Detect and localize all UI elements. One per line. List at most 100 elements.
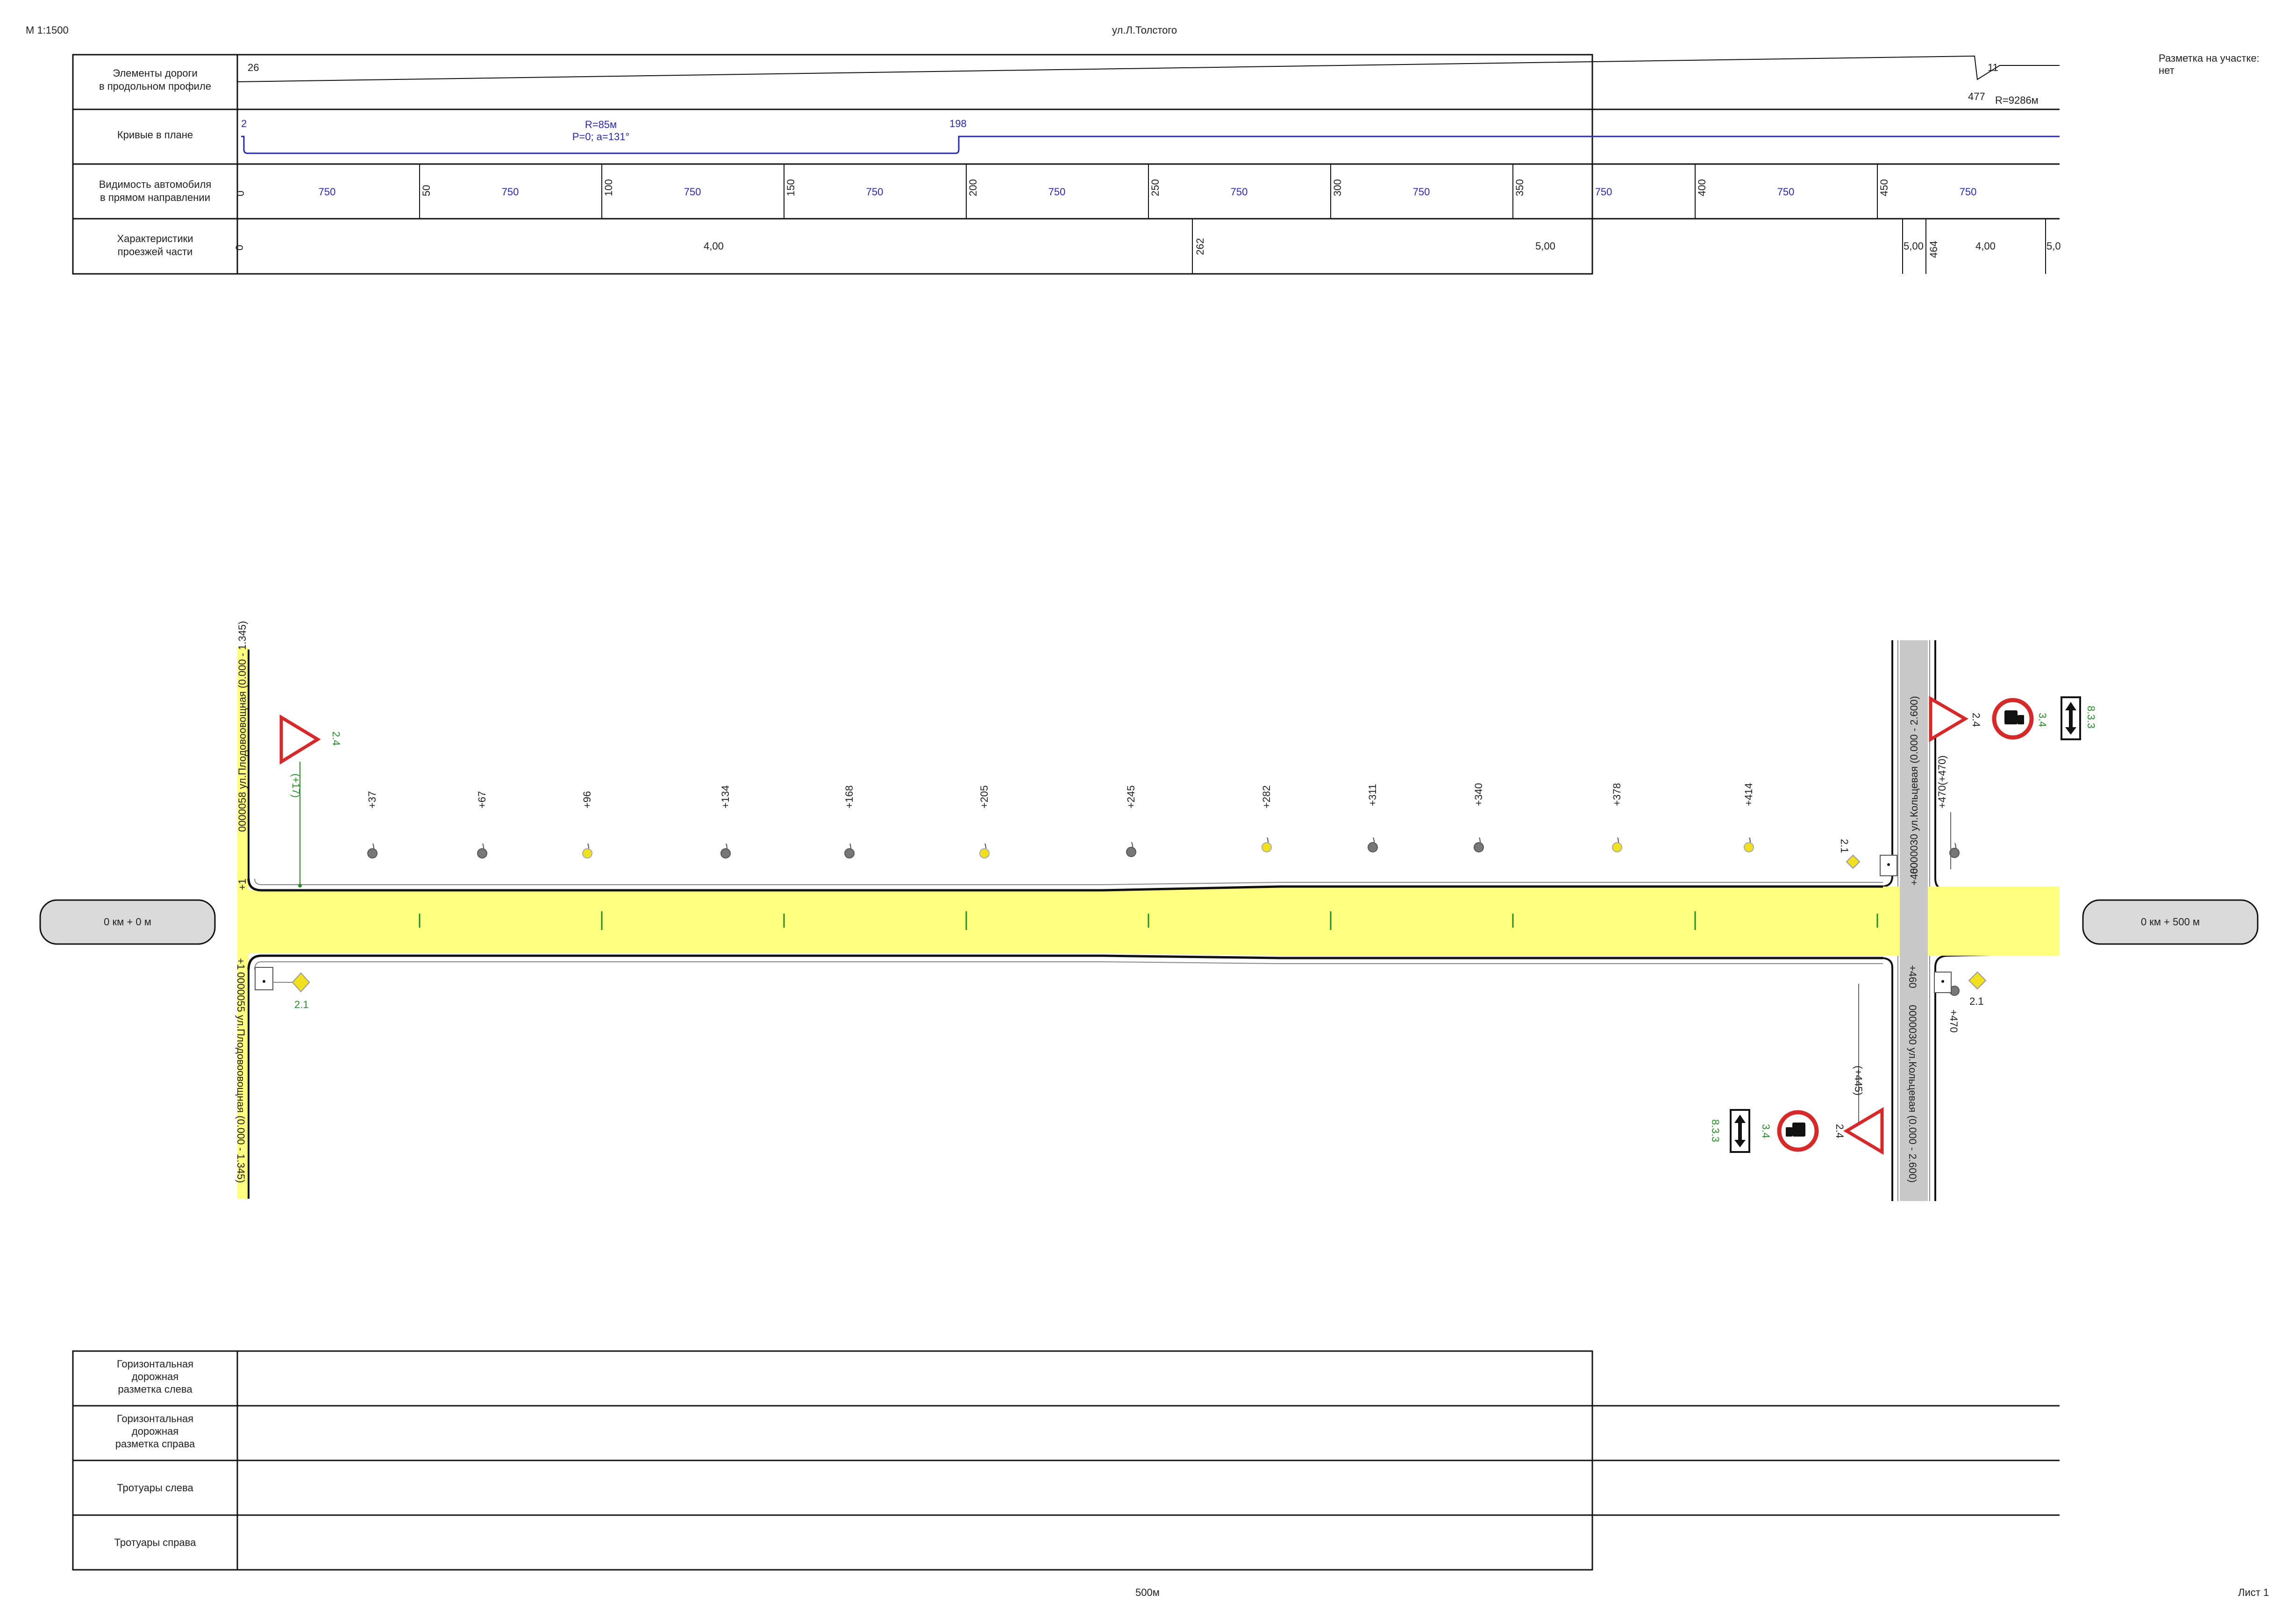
- main-road-sign-right-top: [1846, 854, 1897, 876]
- yield-sign-left: [279, 714, 321, 887]
- road-plan: 0 км + 0 м 0 км + 500 м 0000058 ул.Плодо…: [39, 621, 2259, 1201]
- row-label-carriageway-2: проезжей части: [118, 246, 193, 258]
- vis-station: 250: [1149, 179, 1161, 196]
- vis-value: 750: [866, 186, 884, 198]
- street-light-icon: [720, 848, 731, 859]
- right-bottom-station: +470: [1948, 1009, 1960, 1033]
- vis-station: 200: [967, 179, 979, 196]
- cw-station: 464: [1928, 241, 1939, 258]
- cw-width: 5,00: [1535, 240, 1555, 252]
- vis-value: 750: [1413, 186, 1430, 198]
- row-label-visibility-1: Видимость автомобиля: [99, 179, 212, 190]
- bottom-sign-station: (+445): [1853, 1066, 1864, 1095]
- yield-sign-icon: [279, 714, 321, 765]
- street-light-icon: [582, 848, 592, 859]
- vis-value: 750: [1960, 186, 1977, 198]
- plate-code-bottom: 8.3.3: [1710, 1119, 1721, 1142]
- vis-value: 750: [319, 186, 336, 198]
- plate-code-right-top: 8.3.3: [2085, 706, 2097, 729]
- junction-right-bottom: +460: [1907, 965, 1918, 988]
- main-road-sign-icon: [1846, 854, 1861, 869]
- vis-value: 750: [502, 186, 519, 198]
- vis-value: 750: [684, 186, 701, 198]
- row-label-marking-left-3: разметка слева: [118, 1383, 193, 1395]
- station-start-label: 0 км + 0 м: [104, 916, 151, 928]
- main-road-code-right-top: 2.1: [1839, 839, 1850, 853]
- vis-value: 750: [1595, 186, 1612, 198]
- row-label-sidewalks-left: Тротуары слева: [117, 1482, 193, 1494]
- street-light-icon: [367, 848, 378, 859]
- no-trucks-sign-bottom: [1777, 1110, 1819, 1152]
- light-station: +168: [843, 785, 855, 808]
- street-light-icon: [1474, 842, 1484, 852]
- street-light-icon: [1368, 842, 1378, 852]
- junction-right-top: +460: [1908, 862, 1920, 886]
- light-station: +67: [476, 791, 488, 808]
- vis-station: 400: [1696, 179, 1708, 196]
- yield-code-right-top: 2.4: [1970, 713, 1982, 727]
- street-light-icon: [1612, 842, 1622, 852]
- vis-station: 100: [603, 179, 614, 196]
- no-trucks-sign-right-top: [1992, 698, 2034, 740]
- curve-params: P=0; a=131°: [572, 131, 630, 143]
- no-trucks-code-right-top: 3.4: [2037, 713, 2048, 727]
- light-station: +282: [1261, 785, 1272, 808]
- profile-end-value: 11: [1988, 62, 1998, 73]
- curve-end: 198: [949, 118, 967, 129]
- top-table: Элементы дороги в продольном профиле Кри…: [72, 54, 2061, 275]
- length-label: 500м: [1135, 1587, 1160, 1598]
- bottom-table: Горизонтальная дорожная разметка слева Г…: [72, 1350, 2060, 1571]
- row-label-profile-1: Элементы дороги: [113, 67, 198, 79]
- vis-station: 150: [785, 179, 797, 196]
- right-street-bottom-label: 0000030 ул.Кольцевая (0.000 - 2.600): [1907, 1005, 1918, 1183]
- main-road-sign-left: [255, 967, 310, 993]
- row-label-marking-right-1: Горизонтальная: [117, 1413, 193, 1424]
- main-road-code-right-bottom: 2.1: [1969, 995, 1984, 1007]
- yield-code-bottom: 2.4: [1834, 1124, 1846, 1138]
- curve-start: 2: [241, 118, 247, 129]
- row-label-visibility-2: в прямом направлении: [100, 192, 210, 203]
- row-label-carriageway-1: Характеристики: [117, 233, 193, 244]
- right-top-station: +470(+470): [1936, 755, 1948, 808]
- plate-sign-right-top: [2061, 696, 2081, 740]
- row-label-marking-left-2: дорожная: [132, 1371, 178, 1382]
- cw-station: 262: [1194, 238, 1206, 255]
- left-street-bottom-label: 0000055 ул.Плодовоовощная (0.000 - 1.345…: [235, 972, 247, 1183]
- station-end-label: 0 км + 500 м: [2141, 916, 2200, 928]
- vis-station: 50: [421, 185, 432, 196]
- light-station: +37: [366, 791, 378, 808]
- curve-radius: R=85м: [585, 119, 617, 130]
- profile-start: 26: [248, 62, 259, 73]
- row-label-marking-right-2: дорожная: [132, 1425, 178, 1437]
- main-road-sign-icon: [292, 972, 310, 993]
- light-station: +378: [1611, 783, 1623, 806]
- cw-width: 4,00: [1975, 240, 1996, 252]
- main-road-sign-icon: [1968, 971, 1987, 990]
- left-street-top-label: 0000058 ул.Плодовоовощная (0.000 - 1.345…: [236, 621, 248, 832]
- vis-value: 750: [1231, 186, 1248, 198]
- yield-sign-station-left: (+17): [290, 773, 302, 798]
- junction-left-bottom: +1: [235, 958, 247, 970]
- junction-left-top: +1: [236, 879, 248, 890]
- street-light-icon: [477, 848, 487, 859]
- plate-sign-bottom: [1730, 1109, 1750, 1153]
- light-station: +340: [1473, 783, 1484, 806]
- street-light-icon: [1126, 847, 1136, 857]
- row-label-curves: Кривые в плане: [117, 129, 193, 141]
- main-road-code-left: 2.1: [294, 999, 309, 1010]
- profile-line: [237, 55, 2060, 82]
- vis-station: 350: [1514, 179, 1526, 196]
- cw-width: 4,00: [704, 240, 724, 252]
- light-station: +414: [1743, 783, 1754, 806]
- row-label-sidewalks-right: Тротуары справа: [114, 1537, 196, 1548]
- street-light-icon: [844, 848, 855, 859]
- row-label-marking-left-1: Горизонтальная: [117, 1358, 193, 1370]
- vis-value: 750: [1048, 186, 1066, 198]
- street-light-icon: [1744, 842, 1754, 852]
- vis-station: 300: [1332, 179, 1343, 196]
- row-label-profile-2: в продольном профиле: [99, 80, 211, 92]
- right-street-top-label: 0000030 ул.Кольцевая (0.000 - 2.600): [1908, 696, 1920, 874]
- light-station: +96: [581, 791, 593, 808]
- cw-width: 5,00: [1904, 240, 1924, 252]
- curve-bracket: [241, 136, 2060, 154]
